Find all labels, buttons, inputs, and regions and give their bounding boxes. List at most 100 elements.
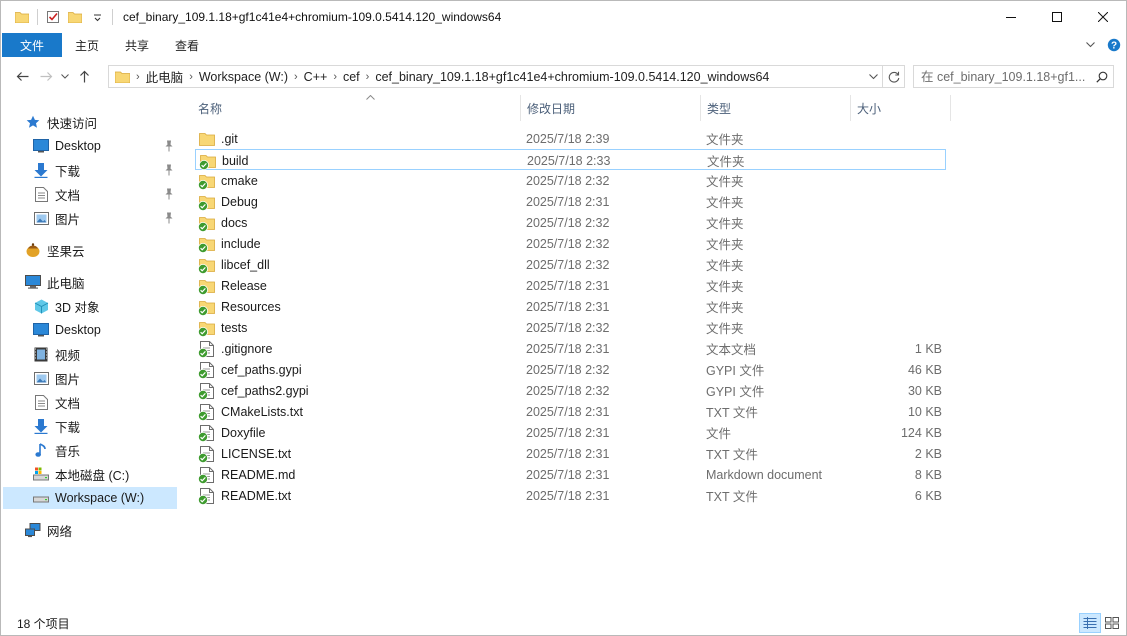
tab-share[interactable]: 共享 [112, 33, 162, 57]
back-button[interactable] [10, 64, 34, 88]
network-icon [25, 522, 41, 538]
file-row[interactable]: Release 2025/7/18 2:31 文件夹 [195, 275, 946, 296]
file-row[interactable]: Doxyfile 2025/7/18 2:31 文件 124 KB [195, 422, 946, 443]
nav-item-this-pc[interactable]: 此电脑 [25, 271, 85, 293]
large-icons-view-button[interactable] [1101, 613, 1123, 633]
file-size [851, 296, 942, 317]
file-date: 2025/7/18 2:32 [526, 236, 610, 251]
breadcrumb-cef[interactable]: cef [338, 70, 365, 84]
help-button[interactable]: ? [1102, 33, 1126, 57]
customize-qat-button[interactable] [86, 6, 108, 28]
nav-item-videos[interactable]: 视频 [33, 343, 80, 365]
nav-item-desktop-pinned[interactable]: Desktop [33, 135, 181, 157]
details-view-button[interactable] [1079, 613, 1101, 633]
forward-button[interactable] [34, 64, 58, 88]
file-type: 文件夹 [706, 133, 744, 147]
up-button[interactable] [72, 64, 96, 88]
file-type: 文件夹 [706, 217, 744, 231]
search-icon[interactable] [1092, 71, 1112, 83]
file-row[interactable]: docs 2025/7/18 2:32 文件夹 [195, 212, 946, 233]
file-row[interactable]: libcef_dll 2025/7/18 2:32 文件夹 [195, 254, 946, 275]
file-date: 2025/7/18 2:33 [527, 153, 611, 168]
file-row[interactable]: .gitignore 2025/7/18 2:31 文本文档 1 KB [195, 338, 946, 359]
nav-item-local-disk-c[interactable]: 本地磁盘 (C:) [33, 463, 129, 485]
tab-file[interactable]: 文件 [2, 33, 63, 57]
new-folder-button[interactable] [64, 6, 86, 28]
file-type: 文件夹 [707, 155, 745, 169]
breadcrumb-this-pc[interactable]: 此电脑 [141, 67, 189, 86]
file-row[interactable]: cef_paths2.gypi 2025/7/18 2:32 GYPI 文件 30 K… [195, 380, 946, 401]
address-history-button[interactable] [865, 67, 881, 86]
folder-icon [198, 173, 215, 190]
nav-item-pictures[interactable]: 图片 [33, 367, 80, 389]
maximize-button[interactable] [1034, 1, 1080, 33]
nav-item-nutstore[interactable]: 坚果云 [25, 239, 85, 261]
breadcrumb-workspace[interactable]: Workspace (W:) [194, 70, 293, 84]
nav-item-downloads[interactable]: 下载 [33, 415, 80, 437]
file-name: libcef_dll [221, 257, 270, 272]
file-icon [198, 340, 215, 358]
file-icon [198, 403, 215, 421]
file-date: 2025/7/18 2:31 [526, 425, 610, 440]
file-row[interactable]: Resources 2025/7/18 2:31 文件夹 [195, 296, 946, 317]
nav-item-documents[interactable]: 文档 [33, 391, 80, 413]
file-row[interactable]: README.txt 2025/7/18 2:31 TXT 文件 6 KB [195, 485, 946, 506]
file-icon [198, 424, 215, 442]
file-name-cell: cmake [198, 170, 258, 191]
file-row[interactable]: Debug 2025/7/18 2:31 文件夹 [195, 191, 946, 212]
file-row[interactable]: build 2025/7/18 2:33 文件夹 [195, 149, 946, 170]
column-header-size[interactable]: 大小 [857, 95, 947, 121]
nav-item-desktop[interactable]: Desktop [33, 319, 101, 341]
minimize-button[interactable] [988, 1, 1034, 33]
file-row[interactable]: .git 2025/7/18 2:39 文件夹 [195, 128, 946, 149]
file-name-cell: LICENSE.txt [198, 443, 291, 464]
pin-icon[interactable] [164, 212, 174, 227]
file-row[interactable]: tests 2025/7/18 2:32 文件夹 [195, 317, 946, 338]
column-header-type[interactable]: 类型 [707, 95, 847, 121]
nav-item-music[interactable]: 音乐 [33, 439, 80, 461]
pin-icon[interactable] [164, 164, 174, 179]
refresh-button[interactable] [883, 65, 905, 88]
file-row[interactable]: include 2025/7/18 2:32 文件夹 [195, 233, 946, 254]
file-name: tests [221, 320, 248, 335]
file-row[interactable]: cmake 2025/7/18 2:32 文件夹 [195, 170, 946, 191]
column-header-name[interactable]: 名称 [198, 94, 518, 121]
nav-item-downloads-pinned[interactable]: 下载 [33, 159, 181, 181]
file-row[interactable]: CMakeLists.txt 2025/7/18 2:31 TXT 文件 10 KB [195, 401, 946, 422]
synced-check-icon [198, 368, 208, 379]
file-size [851, 191, 942, 212]
folder-icon [198, 236, 215, 253]
synced-check-icon [199, 159, 209, 170]
breadcrumb-current-folder[interactable]: cef_binary_109.1.18+gf1c41e4+chromium-10… [370, 70, 774, 84]
close-button[interactable] [1080, 1, 1126, 33]
pin-icon[interactable] [164, 140, 174, 155]
column-header-date[interactable]: 修改日期 [527, 95, 697, 121]
expand-ribbon-button[interactable] [1078, 33, 1102, 57]
nav-item-network[interactable]: 网络 [25, 519, 72, 541]
tab-view[interactable]: 查看 [162, 33, 212, 57]
search-box[interactable] [913, 65, 1114, 88]
properties-button[interactable] [42, 6, 64, 28]
nav-item-workspace-w[interactable]: Workspace (W:) [3, 487, 177, 509]
nav-item-documents-pinned[interactable]: 文档 [33, 183, 181, 205]
recent-locations-button[interactable] [58, 64, 72, 88]
file-row[interactable]: LICENSE.txt 2025/7/18 2:31 TXT 文件 2 KB [195, 443, 946, 464]
nav-item-quick-access[interactable]: 快速访问 [25, 111, 97, 133]
nav-item-3d-objects[interactable]: 3D 对象 [33, 295, 99, 317]
address-bar[interactable]: › 此电脑 › Workspace (W:) › C++ › cef › cef… [108, 65, 883, 88]
search-input[interactable] [914, 67, 1092, 86]
download-icon [33, 418, 49, 434]
tab-home[interactable]: 主页 [62, 33, 112, 57]
breadcrumb-cpp[interactable]: C++ [299, 70, 333, 84]
nav-item-pictures-pinned[interactable]: 图片 [33, 207, 181, 229]
file-date: 2025/7/18 2:31 [526, 194, 610, 209]
synced-check-icon [198, 221, 208, 232]
file-date: 2025/7/18 2:31 [526, 278, 610, 293]
file-name-cell: tests [198, 317, 248, 338]
folder-icon [198, 194, 215, 211]
file-row[interactable]: README.md 2025/7/18 2:31 Markdown document… [195, 464, 946, 485]
pin-icon[interactable] [164, 188, 174, 203]
file-row[interactable]: cef_paths.gypi 2025/7/18 2:32 GYPI 文件 46 KB [195, 359, 946, 380]
synced-check-icon [198, 347, 208, 358]
file-date: 2025/7/18 2:39 [526, 131, 610, 146]
